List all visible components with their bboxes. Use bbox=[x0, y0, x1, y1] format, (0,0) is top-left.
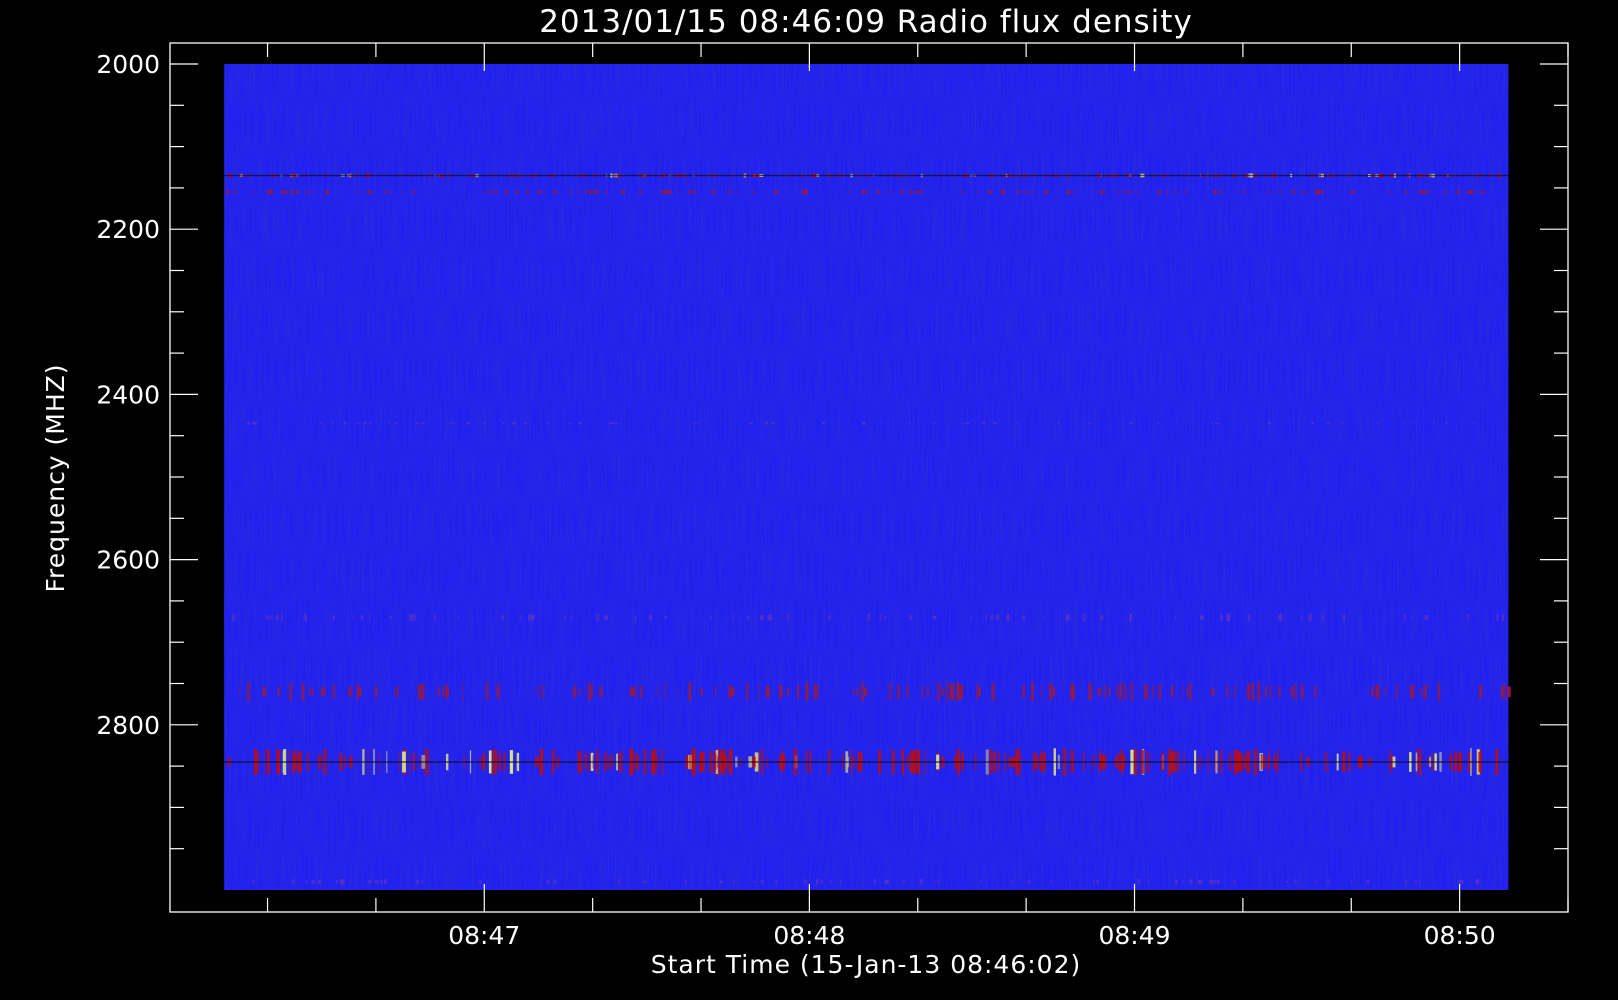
y-tick-label: 2800 bbox=[96, 711, 160, 740]
x-tick-label: 08:49 bbox=[1098, 921, 1170, 950]
y-tick-label: 2600 bbox=[96, 546, 160, 575]
y-axis-label: Frequency (MHZ) bbox=[41, 363, 70, 592]
x-tick-label: 08:47 bbox=[448, 921, 520, 950]
y-tick-label: 2400 bbox=[96, 380, 160, 409]
x-tick-label: 08:50 bbox=[1424, 921, 1496, 950]
y-tick-label: 2000 bbox=[96, 50, 160, 79]
spectrogram-chart: 2013/01/15 08:46:09 Radio flux density 2… bbox=[41, 4, 1569, 979]
heatmap-area bbox=[224, 64, 1511, 890]
x-axis-label: Start Time (15-Jan-13 08:46:02) bbox=[651, 950, 1081, 979]
heatmap-noise bbox=[224, 64, 1509, 890]
x-tick-label: 08:48 bbox=[773, 921, 845, 950]
chart-title: 2013/01/15 08:46:09 Radio flux density bbox=[539, 4, 1193, 40]
y-tick-label: 2200 bbox=[96, 215, 160, 244]
